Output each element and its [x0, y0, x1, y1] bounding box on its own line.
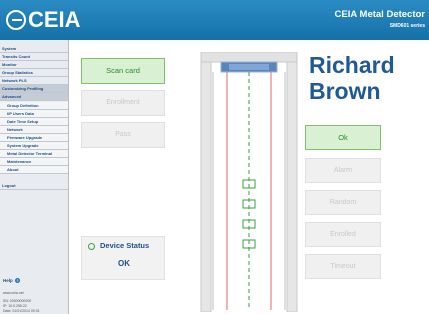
sidebar-item-system-upgrade[interactable]: System Upgrade: [0, 142, 68, 149]
sidebar-item-date-time-setup[interactable]: Date Time Setup: [0, 118, 68, 125]
status-ok-icon: [88, 243, 95, 250]
random-button[interactable]: Random: [305, 190, 381, 215]
sidebar-item-group-definition[interactable]: Group Definition: [0, 102, 68, 109]
person-last-name: Brown: [309, 78, 381, 104]
sidebar-item-logout[interactable]: Logout: [0, 182, 68, 189]
alarm-button[interactable]: Alarm: [305, 158, 381, 183]
gate-top-bar: [200, 52, 298, 63]
sidebar-item-maintenance[interactable]: Maintenance: [0, 158, 68, 165]
sidebar-divider: [0, 189, 68, 190]
footer-serial: SN: 00000000000: [3, 299, 32, 303]
sidebar-item-advanced[interactable]: Advanced: [0, 93, 68, 100]
sidebar-item-transits-count[interactable]: Transits Count: [0, 53, 68, 60]
enrollment-button[interactable]: Enrollment: [81, 90, 165, 116]
person-name: Richard Brown: [309, 52, 395, 104]
sidebar: Help ? www.ceia.net SN: 00000000000 IP: …: [0, 40, 69, 314]
enrolled-button[interactable]: Enrolled: [305, 222, 381, 247]
gate-right-pillar: [286, 53, 298, 312]
timeout-button[interactable]: Timeout: [305, 254, 381, 279]
app-title: CEIA Metal Detector: [334, 9, 425, 20]
sidebar-item-i-p-users-data[interactable]: I/P Users Data: [0, 110, 68, 117]
sidebar-item-monitor[interactable]: Monitor: [0, 61, 68, 68]
sidebar-divider: [0, 100, 68, 101]
sidebar-item-system[interactable]: System: [0, 45, 68, 52]
metal-detector-gate: [200, 52, 298, 312]
footer-ip: IP: 10.0.255.22: [3, 304, 27, 308]
footer-website[interactable]: www.ceia.net: [3, 291, 24, 295]
sidebar-item-group-statistics[interactable]: Group Statistics: [0, 69, 68, 76]
help-label: Help: [3, 278, 13, 283]
help-icon: ?: [15, 278, 21, 283]
device-status-label: Device Status: [100, 241, 150, 250]
footer-date: Date: 01/01/2014 09:31: [3, 309, 40, 313]
sidebar-divider: [0, 173, 68, 174]
sidebar-item-about[interactable]: About: [0, 166, 68, 173]
sidebar-item-customizing-profiling[interactable]: Customizing Profiling: [0, 85, 68, 92]
gate-display-screen: [229, 64, 269, 70]
pass-button[interactable]: Pass: [81, 122, 165, 148]
sidebar-item-firmware-upgrade[interactable]: Firmware Upgrade: [0, 134, 68, 141]
app-header: CEIA CEIA Metal Detector SMD601 series: [0, 0, 429, 40]
main-panel: Scan card Enrollment Pass Device Status …: [69, 40, 429, 314]
ceia-logo: CEIA: [6, 6, 81, 34]
person-first-name: Richard: [309, 52, 395, 78]
logo-text: CEIA: [28, 7, 81, 32]
device-status-value: OK: [118, 259, 130, 268]
ok-button[interactable]: Ok: [305, 125, 381, 150]
help-link[interactable]: Help ?: [3, 278, 21, 283]
gate-left-pillar: [200, 53, 212, 312]
app-subtitle: SMD601 series: [389, 23, 425, 29]
scan-card-button[interactable]: Scan card: [81, 58, 165, 84]
sidebar-item-metal-detector-terminal[interactable]: Metal Detector Terminal: [0, 150, 68, 157]
logo-mark-icon: [6, 10, 26, 30]
device-status-panel: Device Status OK: [81, 236, 165, 280]
sidebar-item-network-pls[interactable]: Network PLS: [0, 77, 68, 84]
sidebar-item-network[interactable]: Network: [0, 126, 68, 133]
